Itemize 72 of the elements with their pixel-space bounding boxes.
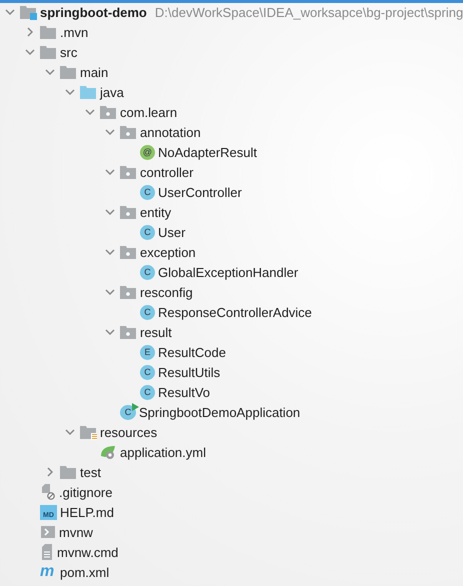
package-folder-icon	[120, 124, 137, 140]
tree-item[interactable]: controller	[140, 164, 194, 180]
folder-icon	[40, 44, 57, 60]
tree-item[interactable]: exception	[140, 244, 196, 260]
folder-icon	[60, 464, 77, 480]
project-path: D:\devWorkSpace\IDEA_worksapce\bg-project\spring	[154, 4, 463, 20]
tree-item[interactable]: ResultCode	[158, 344, 226, 360]
folder-icon	[80, 424, 97, 440]
class-icon: C	[140, 364, 155, 380]
class-icon: C	[140, 264, 155, 280]
class-icon: C	[140, 384, 155, 400]
annotation-icon: @	[140, 144, 155, 160]
class-icon: C	[140, 184, 155, 200]
chevron-down-icon[interactable]	[105, 209, 115, 215]
class-icon: C	[140, 224, 155, 240]
tree-item[interactable]: UserController	[158, 184, 242, 200]
chevron-down-icon[interactable]	[105, 289, 115, 295]
tree-item[interactable]: resconfig	[140, 284, 193, 300]
package-folder-icon	[120, 204, 137, 220]
tree-item[interactable]: pom.xml	[60, 564, 110, 580]
tree-item[interactable]: result	[140, 324, 172, 340]
module-folder-icon	[20, 4, 37, 20]
terminal-file-icon	[40, 525, 56, 539]
enum-icon: E	[140, 344, 155, 360]
leaf-gear-icon	[100, 444, 117, 460]
package-folder-icon	[120, 324, 137, 340]
chevron-down-icon[interactable]	[105, 249, 115, 255]
tree-item[interactable]: mvnw	[59, 524, 93, 540]
chevron-down-icon[interactable]	[5, 9, 15, 15]
tree-item[interactable]: SpringbootDemoApplication	[139, 404, 300, 420]
chevron-down-icon[interactable]	[45, 69, 55, 75]
package-folder-icon	[120, 284, 137, 300]
tree-item[interactable]: ResultVo	[158, 384, 210, 400]
tree-item[interactable]: main	[80, 64, 108, 80]
runnable-class-icon: C	[120, 404, 136, 420]
chevron-down-icon[interactable]	[105, 329, 115, 335]
chevron-down-icon[interactable]	[105, 169, 115, 175]
chevron-down-icon[interactable]	[105, 129, 115, 135]
tree-item[interactable]: User	[158, 224, 186, 240]
maven-file-icon: m	[40, 564, 57, 580]
tree-item[interactable]: entity	[140, 204, 172, 220]
tree-item[interactable]: GlobalExceptionHandler	[158, 264, 298, 280]
class-icon: C	[140, 304, 155, 320]
package-folder-icon	[120, 164, 137, 180]
text-file-icon	[40, 544, 54, 560]
tree-item[interactable]: ResponseControllerAdvice	[158, 304, 312, 320]
folder-icon	[80, 84, 97, 100]
tree-item[interactable]: annotation	[140, 124, 201, 140]
tree-item[interactable]: HELP.md	[60, 504, 114, 520]
chevron-right-icon[interactable]	[47, 467, 53, 477]
ignored-file-icon	[40, 484, 56, 500]
tree-item[interactable]: NoAdapterResult	[158, 144, 257, 160]
chevron-down-icon[interactable]	[25, 49, 35, 55]
tree-item[interactable]: application.yml	[120, 444, 206, 460]
chevron-down-icon[interactable]	[65, 89, 75, 95]
tree-item[interactable]: resources	[100, 424, 158, 440]
tree-item[interactable]: springboot-demo	[40, 4, 147, 20]
tree-item[interactable]: mvnw.cmd	[57, 544, 118, 560]
chevron-down-icon[interactable]	[85, 109, 95, 115]
tree-item[interactable]: java	[100, 84, 124, 100]
tree-item[interactable]: ResultUtils	[158, 364, 220, 380]
tree-item[interactable]: .gitignore	[59, 484, 112, 500]
tree-item[interactable]: com.learn	[120, 104, 178, 120]
chevron-right-icon[interactable]	[27, 27, 33, 37]
folder-icon	[40, 24, 57, 40]
package-folder-icon	[100, 104, 117, 120]
chevron-down-icon[interactable]	[65, 429, 75, 435]
tree-item[interactable]: src	[60, 44, 78, 60]
folder-icon	[60, 64, 77, 80]
package-folder-icon	[120, 244, 137, 260]
tree-item[interactable]: test	[80, 464, 101, 480]
tree-item[interactable]: .mvn	[60, 24, 88, 40]
